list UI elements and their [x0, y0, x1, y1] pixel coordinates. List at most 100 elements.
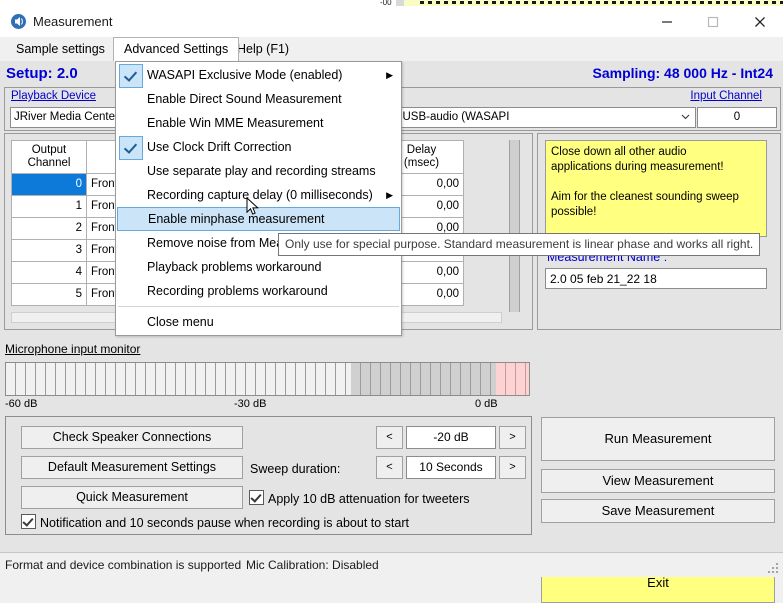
- col-output-line2: Channel: [28, 157, 71, 169]
- apply-attenuation-checkbox[interactable]: Apply 10 dB attenuation for tweeters: [249, 490, 470, 507]
- measurement-name-input[interactable]: 2.0 05 feb 21_22 18: [545, 268, 767, 289]
- advice-line-1: Close down all other audio: [551, 145, 761, 160]
- meter-tick-max: 0 dB: [475, 398, 498, 410]
- menu-item-enable-minphase-measurement[interactable]: Enable minphase measurement: [117, 207, 400, 231]
- status-bar: Format and device combination is support…: [0, 552, 783, 577]
- menu-item-label: Enable minphase measurement: [148, 212, 325, 226]
- meter-zone-clip: [496, 363, 530, 395]
- checkbox-checked-icon: [21, 514, 36, 529]
- menu-sample-settings[interactable]: Sample settings: [6, 37, 115, 61]
- measurement-controls-panel: Check Speaker Connections Default Measur…: [5, 416, 532, 535]
- menu-separator: [118, 306, 399, 307]
- notification-pause-label: Notification and 10 seconds pause when r…: [40, 516, 409, 530]
- advice-line-4: possible!: [551, 205, 761, 220]
- close-button[interactable]: [737, 6, 783, 37]
- menu-item-recording-capture-delay[interactable]: Recording capture delay (0 milliseconds)…: [116, 183, 401, 207]
- advanced-settings-dropdown: WASAPI Exclusive Mode (enabled) ▶ Enable…: [115, 61, 402, 336]
- sampling-label: Sampling: 48 000 Hz - Int24: [593, 65, 774, 81]
- menu-item-label: Recording problems workaround: [147, 284, 328, 298]
- checkbox-checked-icon: [249, 490, 264, 505]
- col-delay-line1: Delay: [407, 144, 436, 156]
- cell-channel[interactable]: 3: [12, 240, 87, 262]
- mic-monitor-label: Microphone input monitor: [5, 342, 140, 356]
- duration-increment-button[interactable]: >: [499, 456, 526, 479]
- grid-splitter[interactable]: [509, 140, 520, 312]
- advice-panel: Close down all other audio applications …: [537, 133, 781, 330]
- advice-line-3: Aim for the cleanest sounding sweep: [551, 190, 761, 205]
- level-value[interactable]: -20 dB: [406, 426, 496, 449]
- save-measurement-button[interactable]: Save Measurement: [541, 499, 775, 523]
- menu-bar: Sample settings Advanced Settings Help (…: [0, 37, 783, 62]
- check-speaker-connections-button[interactable]: Check Speaker Connections: [21, 426, 243, 449]
- meter-scale: -60 dB -30 dB 0 dB: [5, 398, 530, 412]
- tooltip: Only use for special purpose. Standard m…: [278, 233, 760, 256]
- background-window-dashes: [420, 1, 783, 4]
- input-channel-value[interactable]: 0: [697, 107, 777, 128]
- check-icon: [119, 64, 143, 88]
- level-decrement-button[interactable]: <: [376, 426, 403, 449]
- advice-spacer: [551, 175, 761, 190]
- menu-item-label: Recording capture delay (0 milliseconds): [147, 188, 373, 202]
- speaker-icon: [10, 13, 27, 30]
- cell-channel[interactable]: 4: [12, 262, 87, 284]
- menu-item-use-clock-drift-correction[interactable]: Use Clock Drift Correction: [116, 135, 401, 159]
- chevron-down-icon: [678, 108, 693, 125]
- view-measurement-button[interactable]: View Measurement: [541, 469, 775, 493]
- close-icon: [754, 16, 766, 28]
- menu-item-enable-direct-sound[interactable]: Enable Direct Sound Measurement: [116, 87, 401, 111]
- maximize-button[interactable]: [690, 6, 736, 37]
- menu-item-label: Playback problems workaround: [147, 260, 321, 274]
- menu-item-playback-problems-workaround[interactable]: Playback problems workaround: [116, 255, 401, 279]
- minimize-button[interactable]: [644, 6, 690, 37]
- cell-channel[interactable]: 0: [12, 174, 87, 196]
- run-measurement-button[interactable]: Run Measurement: [541, 417, 775, 461]
- sweep-duration-label: Sweep duration:: [250, 462, 340, 476]
- cell-channel[interactable]: 2: [12, 218, 87, 240]
- cell-channel[interactable]: 1: [12, 196, 87, 218]
- meter-tick-mid: -30 dB: [234, 398, 266, 410]
- status-format: Format and device combination is support…: [5, 557, 241, 573]
- level-increment-button[interactable]: >: [499, 426, 526, 449]
- menu-item-label: Close menu: [147, 315, 214, 329]
- mic-input-level-meter: [5, 362, 530, 396]
- menu-item-recording-problems-workaround[interactable]: Recording problems workaround: [116, 279, 401, 303]
- meter-zone-low: [6, 363, 352, 395]
- default-measurement-settings-button[interactable]: Default Measurement Settings: [21, 456, 243, 479]
- submenu-arrow-icon: ▶: [386, 183, 393, 207]
- setup-label: Setup: 2.0: [6, 65, 78, 82]
- duration-decrement-button[interactable]: <: [376, 456, 403, 479]
- playback-device-value: JRiver Media Center: [14, 111, 119, 123]
- column-output-channel: Output Channel: [12, 141, 87, 174]
- advice-text: Close down all other audio applications …: [545, 140, 767, 237]
- playback-device-label[interactable]: Playback Device: [11, 90, 96, 102]
- menu-item-label: WASAPI Exclusive Mode (enabled): [147, 68, 342, 82]
- notification-pause-checkbox[interactable]: Notification and 10 seconds pause when r…: [21, 514, 409, 531]
- menu-item-close-menu[interactable]: Close menu: [116, 310, 401, 334]
- minimize-icon: [661, 16, 673, 28]
- check-icon: [119, 136, 143, 160]
- col-output-line1: Output: [32, 144, 67, 156]
- menu-item-label: Enable Direct Sound Measurement: [147, 92, 342, 106]
- menu-item-enable-win-mme[interactable]: Enable Win MME Measurement: [116, 111, 401, 135]
- menu-item-label: Use separate play and recording streams: [147, 164, 376, 178]
- title-bar: Measurement: [0, 6, 783, 37]
- menu-item-wasapi-exclusive-mode[interactable]: WASAPI Exclusive Mode (enabled) ▶: [116, 63, 401, 87]
- menu-advanced-settings[interactable]: Advanced Settings: [113, 37, 239, 62]
- menu-item-label: Use Clock Drift Correction: [147, 140, 291, 154]
- menu-item-use-separate-streams[interactable]: Use separate play and recording streams: [116, 159, 401, 183]
- duration-value[interactable]: 10 Seconds: [406, 456, 496, 479]
- col-delay-line2: (msec): [404, 157, 439, 169]
- input-channel-label[interactable]: Input Channel: [690, 90, 762, 102]
- advice-line-2: applications during measurement!: [551, 160, 761, 175]
- meter-tick-min: -60 dB: [5, 398, 37, 410]
- submenu-arrow-icon: ▶: [386, 63, 393, 87]
- cell-channel[interactable]: 5: [12, 284, 87, 306]
- status-mic-calibration: Mic Calibration: Disabled: [246, 557, 379, 573]
- maximize-icon: [707, 16, 719, 28]
- resize-grip-icon[interactable]: [768, 563, 780, 575]
- menu-item-label: Enable Win MME Measurement: [147, 116, 323, 130]
- apply-attenuation-label: Apply 10 dB attenuation for tweeters: [268, 492, 470, 506]
- window-title: Measurement: [33, 13, 112, 30]
- quick-measurement-button[interactable]: Quick Measurement: [21, 486, 243, 509]
- measurement-window: -00 Measurement Sample settings Advanced…: [0, 0, 783, 576]
